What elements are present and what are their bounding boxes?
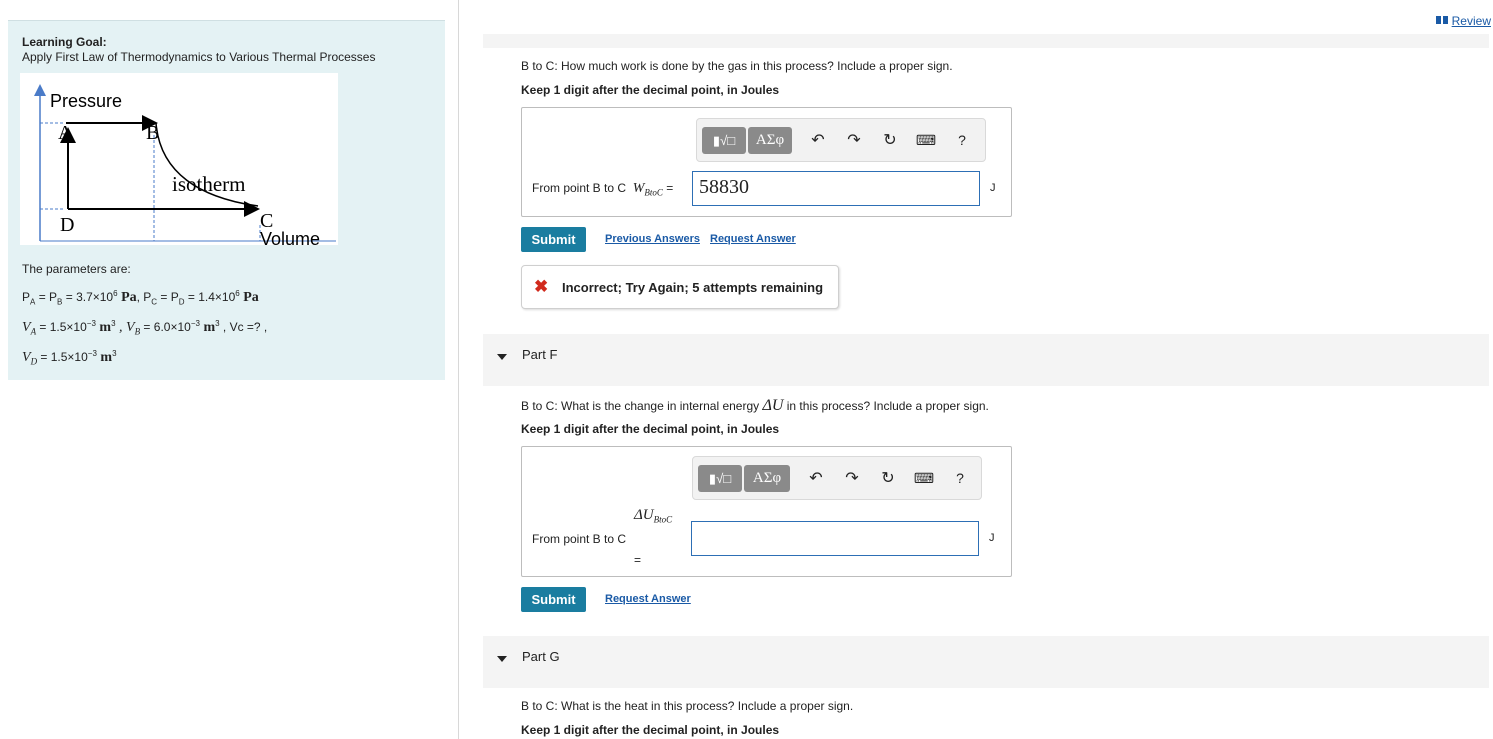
- undo-icon[interactable]: ↶: [805, 467, 827, 489]
- book-icon: [1435, 13, 1448, 24]
- point-a-label: A: [58, 122, 73, 144]
- pane-divider: [458, 0, 459, 739]
- math-toolbar: ▮√□ ΑΣφ ↶ ↷ ↻ ⌨ ?: [692, 456, 982, 500]
- part-f-equals: =: [634, 553, 642, 567]
- reset-icon[interactable]: ↻: [877, 467, 899, 489]
- part-e-header-band: [483, 34, 1489, 48]
- review-link[interactable]: Review: [1435, 13, 1491, 28]
- part-f-prefix: From point B to C: [532, 532, 627, 546]
- greek-button[interactable]: ΑΣφ: [744, 465, 790, 492]
- part-g-question: B to C: What is the heat in this process…: [521, 699, 854, 713]
- feedback-incorrect: ✖ Incorrect; Try Again; 5 attempts remai…: [521, 265, 839, 309]
- part-f-unit: J: [989, 532, 995, 544]
- part-g-label: Part G: [522, 649, 560, 664]
- param-vd: VD = 1.5×10−3 m3: [22, 349, 117, 367]
- collapse-icon: [497, 656, 507, 662]
- param-volumes: VA = 1.5×10−3 m3 , VB = 6.0×10−3 m3 , Vc…: [22, 319, 268, 337]
- part-e-submit-button[interactable]: Submit: [521, 227, 586, 252]
- axis-label-pressure: Pressure: [50, 91, 122, 111]
- part-f-label: Part F: [522, 347, 558, 362]
- learning-goal-panel: Learning Goal: Apply First Law of Thermo…: [8, 20, 445, 380]
- param-pressures: PA = PB = 3.7×106 Pa, PC = PD = 1.4×106 …: [22, 289, 259, 307]
- point-d-label: D: [60, 214, 74, 236]
- previous-answers-link[interactable]: Previous Answers: [605, 233, 700, 245]
- part-e-answer-box: ▮√□ ΑΣφ ↶ ↷ ↻ ⌨ ? From point B to C WBto…: [521, 107, 1012, 217]
- keyboard-icon[interactable]: ⌨: [915, 129, 937, 151]
- help-icon[interactable]: ?: [949, 467, 971, 489]
- part-e-request-answer-link[interactable]: Request Answer: [710, 233, 796, 245]
- delta-u-label: ΔUBtoC: [634, 507, 673, 525]
- part-e-prefix: From point B to C WBtoC =: [532, 181, 674, 198]
- axis-label-volume: Volume: [260, 229, 320, 245]
- undo-icon[interactable]: ↶: [807, 129, 829, 151]
- greek-button[interactable]: ΑΣφ: [748, 127, 792, 154]
- redo-icon[interactable]: ↷: [841, 467, 863, 489]
- isotherm-label: isotherm: [172, 172, 246, 196]
- keyboard-icon[interactable]: ⌨: [913, 467, 935, 489]
- part-g-instruction: Keep 1 digit after the decimal point, in…: [521, 723, 780, 737]
- review-label: Review: [1451, 14, 1491, 28]
- redo-icon[interactable]: ↷: [843, 129, 865, 151]
- collapse-icon: [497, 354, 507, 360]
- pv-diagram: Pressure A B isotherm C D Volume: [20, 73, 338, 249]
- x-icon: ✖: [534, 277, 549, 296]
- feedback-text: Incorrect; Try Again; 5 attempts remaini…: [562, 280, 824, 295]
- learning-goal-title: Learning Goal:: [22, 35, 107, 49]
- part-e-question: B to C: How much work is done by the gas…: [521, 59, 953, 73]
- part-f-header[interactable]: Part F: [483, 334, 1489, 386]
- learning-goal-text: Apply First Law of Thermodynamics to Var…: [22, 50, 376, 64]
- work-answer-input[interactable]: 58830: [692, 171, 980, 206]
- internal-energy-input[interactable]: [691, 521, 979, 556]
- part-f-answer-box: ▮√□ ΑΣφ ↶ ↷ ↻ ⌨ ? From point B to C ΔUBt…: [521, 446, 1012, 577]
- reset-icon[interactable]: ↻: [879, 129, 901, 151]
- point-b-label: B: [146, 122, 159, 144]
- params-title: The parameters are:: [22, 262, 131, 276]
- part-e-unit: J: [990, 182, 996, 194]
- part-f-question: B to C: What is the change in internal e…: [521, 397, 989, 414]
- math-toolbar: ▮√□ ΑΣφ ↶ ↷ ↻ ⌨ ?: [696, 118, 986, 162]
- part-f-request-answer-link[interactable]: Request Answer: [605, 593, 691, 605]
- help-icon[interactable]: ?: [951, 129, 973, 151]
- part-g-header[interactable]: Part G: [483, 636, 1489, 688]
- templates-button[interactable]: ▮√□: [698, 465, 742, 492]
- part-e-instruction: Keep 1 digit after the decimal point, in…: [521, 83, 780, 97]
- part-f-submit-button[interactable]: Submit: [521, 587, 586, 612]
- templates-button[interactable]: ▮√□: [702, 127, 746, 154]
- part-f-instruction: Keep 1 digit after the decimal point, in…: [521, 422, 780, 436]
